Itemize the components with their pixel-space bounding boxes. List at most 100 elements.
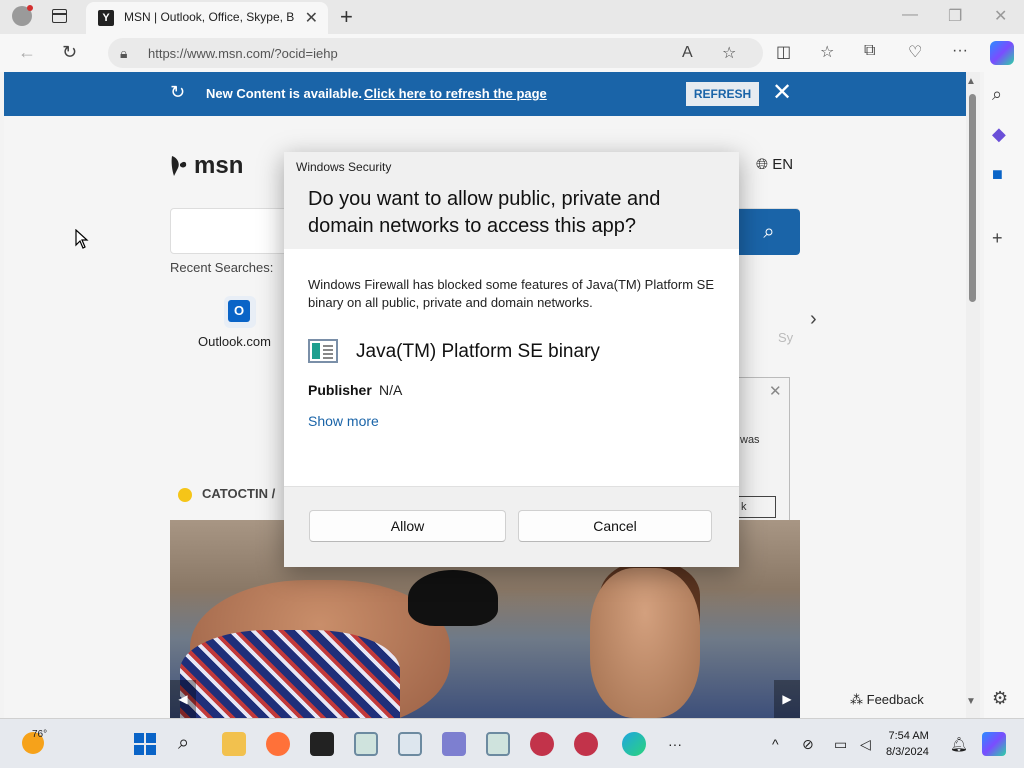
weather-location[interactable]: CATOCTIN / [202,486,275,501]
app-red-icon[interactable] [530,732,554,756]
browser-title-bar: Y MSN | Outlook, Office, Skype, Bi ✕ + —… [0,0,1024,34]
background-dialog-close-icon[interactable]: ✕ [769,382,782,400]
sidebar-add-icon[interactable]: + [992,228,1003,249]
more-menu-icon[interactable]: ··· [952,42,968,60]
sidebar-copilot-icon[interactable]: ◆ [992,124,1006,145]
url-text[interactable]: https://www.msn.com/?ocid=iehp [148,46,338,61]
display-icon[interactable]: ▭ [834,736,847,753]
read-aloud-icon[interactable]: A [682,44,693,62]
java-app-3-icon[interactable] [486,732,510,756]
lock-icon[interactable]: 🔒︎ [120,45,127,62]
sidebar-settings-icon[interactable]: ⚙ [992,688,1008,709]
browser-essentials-icon[interactable]: ♡ [908,42,922,62]
copilot-taskbar-icon[interactable] [982,732,1006,756]
sun-icon [178,488,192,502]
globe-icon: 🌐︎ [756,156,769,173]
tab-actions-icon[interactable] [52,9,67,23]
close-tab-icon[interactable]: ✕ [305,8,318,28]
sidebar-outlook-icon[interactable]: ■ [992,164,1003,185]
show-more-link[interactable]: Show more [308,413,379,429]
app-name: Java(TM) Platform SE binary [356,341,600,362]
refresh-button[interactable]: REFRESH [686,82,759,106]
clock-date: 8/3/2024 [886,746,929,758]
copilot-icon[interactable] [990,41,1014,65]
search-button[interactable]: ⌕ [738,209,800,255]
notification-dot [27,5,33,11]
edge-icon[interactable] [622,732,646,756]
volume-icon[interactable]: ◁ [860,736,871,753]
terminal-icon[interactable] [310,732,334,756]
language-label: EN [772,156,794,173]
edge-sidebar [984,72,1024,718]
feedback-icon: ⁂ [850,692,867,707]
mouse-cursor-icon [75,229,89,249]
banner-text: New Content is available. [206,86,363,101]
tab-title: MSN | Outlook, Office, Skype, Bi [124,10,294,24]
tab-msn[interactable]: Y MSN | Outlook, Office, Skype, Bi ✕ [86,2,328,34]
java-app-2-icon[interactable] [398,732,422,756]
dialog-title: Do you want to allow public, private and… [308,188,661,237]
feedback-button[interactable]: ⁂ Feedback [850,692,924,708]
system-clock[interactable]: 7:54 AM 8/3/2024 [886,728,929,760]
application-icon [308,339,338,363]
photo-prev-icon[interactable]: ◀ [170,680,196,718]
scroll-thumb[interactable] [969,94,976,302]
taskbar-search-icon[interactable]: ⌕ [178,732,189,755]
background-dialog-button[interactable]: k [736,496,776,518]
favorite-star-icon[interactable]: ☆ [722,43,736,63]
dialog-header: Windows Security Do you want to allow pu… [284,152,739,249]
outlook-link[interactable]: Outlook.com [198,334,271,349]
publisher-value: N/A [379,382,403,398]
outlook-icon: O [228,300,250,322]
background-dialog-text: was [740,434,760,446]
allow-button[interactable]: Allow [309,510,506,542]
new-content-banner: ↻ New Content is available. Click here t… [4,72,966,116]
language-selector[interactable]: 🌐︎ EN [756,156,793,173]
split-screen-icon[interactable]: ◫ [776,42,791,62]
network-icon[interactable]: ⊘ [802,736,814,753]
clock-time: 7:54 AM [888,730,929,742]
scroll-up-icon[interactable]: ▲ [966,76,976,87]
restore-icon[interactable]: ❐ [948,6,962,26]
start-icon[interactable] [134,733,156,755]
weather-temperature[interactable]: 76° [32,729,47,740]
app-red-2-icon[interactable] [574,732,598,756]
publisher-label: Publisher [308,382,372,398]
show-hidden-icons-icon[interactable]: ^ [772,736,779,752]
new-tab-icon[interactable]: + [340,4,353,30]
photo-figure-suit [180,630,400,718]
refresh-page-link[interactable]: Click here to refresh the page [364,86,547,101]
photo-figure-2 [590,568,700,718]
photo-next-icon[interactable]: ▶ [774,680,800,718]
search-icon: ⌕ [763,221,775,243]
cancel-button[interactable]: Cancel [518,510,712,542]
address-toolbar: ← ↻ 🔒︎ https://www.msn.com/?ocid=iehp A … [0,34,1024,72]
collections-icon[interactable]: ⧉ [864,42,875,60]
recent-item-faded[interactable]: Sy [778,330,793,345]
chevron-right-icon[interactable]: › [810,308,817,331]
recent-searches-label: Recent Searches: [170,260,274,275]
favorites-icon[interactable]: ☆ [820,42,834,62]
msn-butterfly-icon [171,156,187,176]
msn-favicon-icon: Y [98,10,114,26]
file-explorer-icon[interactable] [222,732,246,756]
msn-logo[interactable]: msn [194,152,243,180]
minimize-icon[interactable]: — [902,6,918,24]
close-window-icon[interactable]: ✕ [994,6,1007,26]
scroll-down-icon[interactable]: ▼ [966,696,976,707]
back-icon[interactable]: ← [18,42,36,63]
feedback-label: Feedback [866,692,924,707]
dialog-caption: Windows Security [296,160,392,174]
firefox-icon[interactable] [266,732,290,756]
close-banner-icon[interactable]: ✕ [772,78,792,107]
address-bar[interactable]: 🔒︎ https://www.msn.com/?ocid=iehp A ☆ [108,38,763,68]
notification-bell-icon[interactable]: 🔔︎ [950,736,968,753]
remote-desktop-icon[interactable] [442,732,466,756]
dialog-message: Windows Firewall has blocked some featur… [308,277,715,310]
taskbar-more-icon[interactable]: ··· [668,736,682,752]
sidebar-search-icon[interactable]: ⌕ [992,84,1002,105]
windows-security-dialog: Windows Security Do you want to allow pu… [284,152,739,567]
photo-figure-cap [408,570,498,626]
refresh-icon[interactable]: ↻ [62,42,77,63]
java-app-icon[interactable] [354,732,378,756]
